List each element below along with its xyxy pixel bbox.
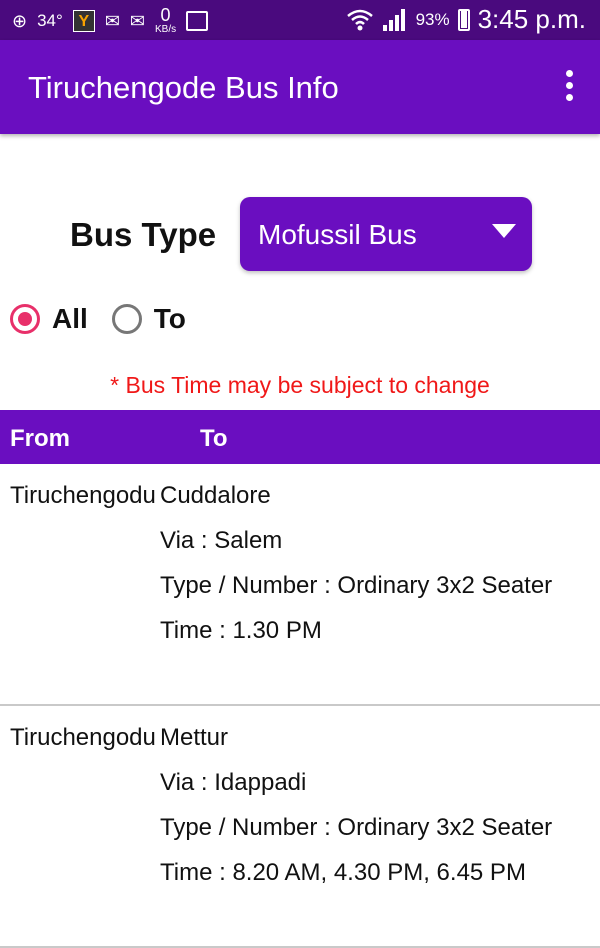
mail-icon: ✉: [129, 11, 145, 31]
row-destination: Cuddalore: [160, 482, 271, 509]
dropdown-arrow-icon: [492, 224, 516, 238]
table-header: From To: [0, 410, 600, 464]
schedule-notice: * Bus Time may be subject to change: [110, 372, 490, 398]
data-speed: 0 KB/s: [155, 6, 176, 36]
radio-to-label: To: [153, 303, 186, 334]
data-speed-unit: KB/s: [155, 24, 177, 35]
mail-icon: ✉: [104, 11, 120, 31]
status-bar: ⊕ 34° Y ✉ ✉ 0 KB/s 93% 3:45 p.m.: [0, 0, 600, 40]
row-details: Mettur Via : Idappadi Type / Number : Or…: [160, 718, 590, 898]
app-bar: Tiruchengode Bus Info: [0, 40, 600, 134]
row-destination: Mettur: [160, 724, 229, 751]
image-icon: [186, 11, 209, 31]
wifi-icon: [346, 9, 373, 30]
row-from: Tiruchengodu: [10, 482, 156, 509]
radio-checked-icon[interactable]: [10, 304, 40, 334]
row-via: Via : Salem: [160, 527, 283, 554]
battery-percent: 93%: [415, 9, 450, 29]
bus-type-dropdown[interactable]: Mofussil Bus: [240, 197, 532, 271]
clock: 3:45 p.m.: [477, 4, 586, 34]
column-header-to: To: [200, 425, 228, 452]
table-row[interactable]: Tiruchengodu Cuddalore Via : Salem Type …: [0, 464, 600, 706]
status-right: 93% 3:45 p.m.: [346, 4, 586, 35]
radio-unchecked-icon[interactable]: [111, 304, 142, 334]
menu-dot: [565, 82, 573, 89]
bus-type-label: Bus Type: [70, 216, 217, 253]
column-header-from: From: [10, 425, 70, 452]
direction-radio-group: All To: [10, 303, 210, 335]
yandex-icon: Y: [72, 10, 95, 32]
status-left: ⊕ 34° Y ✉ ✉ 0 KB/s: [12, 6, 209, 36]
radio-all[interactable]: All: [10, 303, 88, 335]
menu-dot: [565, 94, 573, 101]
menu-dot: [565, 70, 573, 77]
radio-all-label: All: [52, 303, 88, 334]
row-type: Type / Number : Ordinary 3x2 Seater: [160, 572, 553, 599]
row-via: Via : Idappadi: [160, 769, 307, 796]
row-from: Tiruchengodu: [10, 724, 156, 751]
temperature: 34°: [37, 11, 63, 30]
row-type: Type / Number : Ordinary 3x2 Seater: [160, 814, 553, 841]
row-time: Time : 1.30 PM: [160, 617, 322, 644]
row-time: Time : 8.20 AM, 4.30 PM, 6.45 PM: [160, 859, 526, 886]
bus-list[interactable]: Tiruchengodu Cuddalore Via : Salem Type …: [0, 464, 600, 948]
app-title: Tiruchengode Bus Info: [28, 70, 339, 105]
data-speed-value: 0: [160, 5, 171, 25]
bus-type-value: Mofussil Bus: [258, 219, 417, 250]
radio-to[interactable]: To: [111, 303, 186, 335]
table-row[interactable]: Tiruchengodu Mettur Via : Idappadi Type …: [0, 706, 600, 948]
more-vertical-icon[interactable]: [564, 70, 574, 101]
add-icon: ⊕: [12, 11, 28, 31]
row-details: Cuddalore Via : Salem Type / Number : Or…: [160, 476, 590, 656]
signal-icon: [382, 8, 405, 31]
battery-charging-icon: [457, 8, 470, 31]
